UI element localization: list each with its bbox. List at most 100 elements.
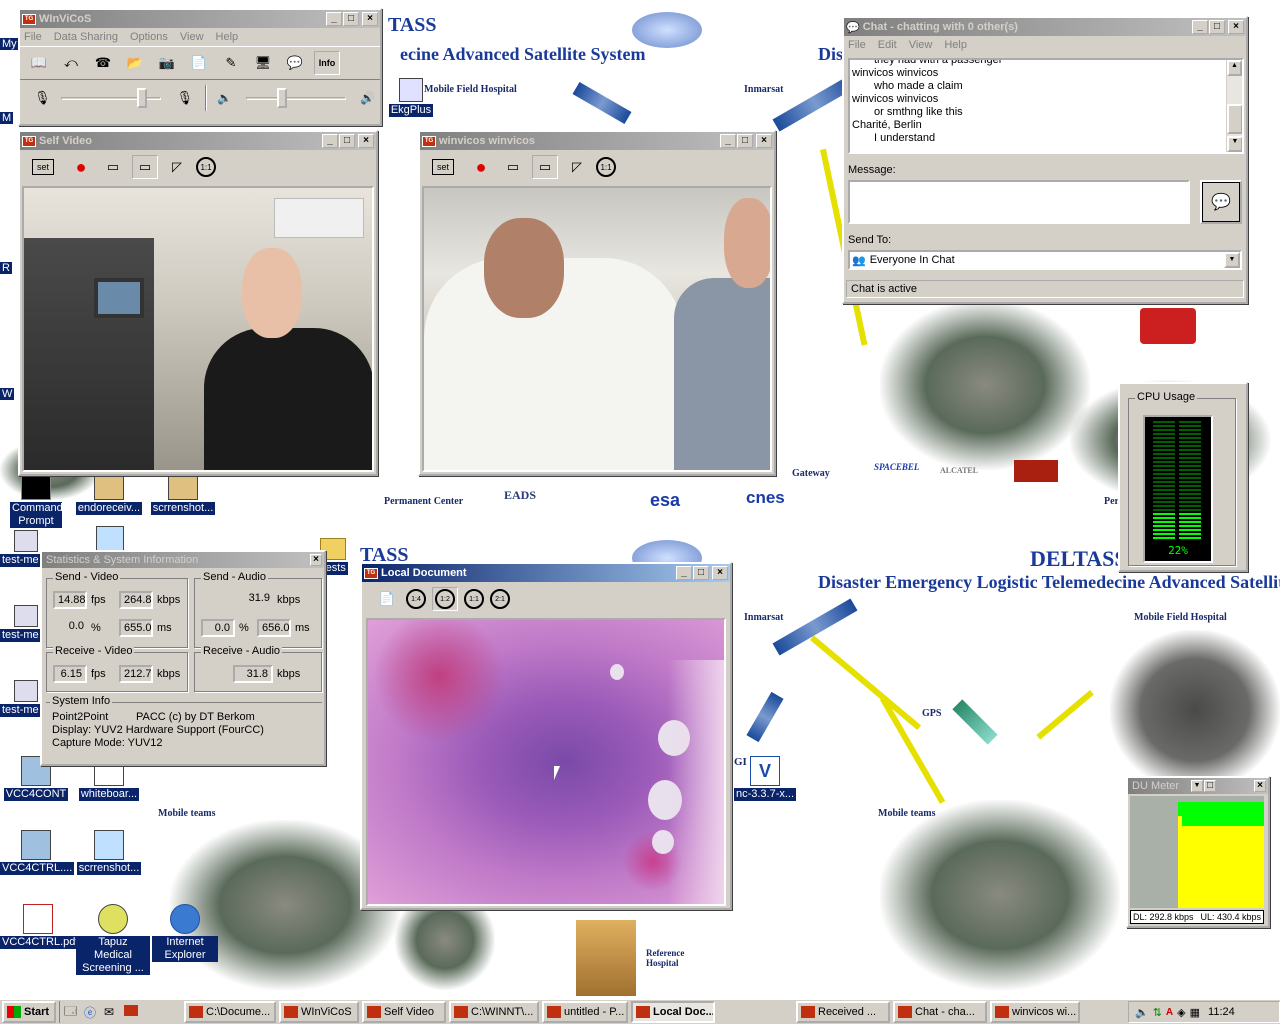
icon-label-m[interactable]: M [0,112,14,124]
desktop-icon-test-me-2[interactable]: test-me [0,605,44,642]
disconnect-icon[interactable]: ⤺ [58,51,84,75]
remote-video-titlebar[interactable]: TG winvicos winvicos _ □ × [420,132,774,150]
scroll-thumb[interactable] [1227,104,1242,134]
chat-log-scrollbar[interactable]: ▲ ▼ [1226,60,1242,152]
task-documents[interactable]: C:\Docume... [184,1001,276,1023]
menu-help[interactable]: Help [216,31,239,43]
acrobat-tray-icon[interactable]: A [1166,1007,1173,1018]
folder-open-icon[interactable]: 📂 [122,51,148,75]
desktop-icon-vcc4ctrl-pdf[interactable]: VCC4CTRL.pdf [0,904,81,949]
winvicos-window[interactable]: TG WInViCoS _ □ × File Data Sharing Opti… [18,8,382,126]
maximize-button[interactable]: □ [1209,20,1225,34]
menu-file[interactable]: File [848,39,866,51]
zoom-1-1-icon[interactable]: 1:1 [196,157,216,177]
menu-view[interactable]: View [909,39,933,51]
show-desktop-icon[interactable]: 🗔 [64,1002,84,1023]
icon-label-my[interactable]: My [0,38,19,50]
desktop-icon-tapuz[interactable]: Tapuz Medical Screening ... [76,904,150,975]
task-received[interactable]: Received ... [796,1001,890,1023]
window-size-medium-icon[interactable]: ▭ [132,155,158,179]
window-size-small-icon[interactable]: ▭ [100,155,126,179]
document-open-icon[interactable]: 📄 [374,587,400,611]
scroll-down-arrow[interactable]: ▼ [1227,136,1242,152]
record-icon[interactable]: ● [68,155,94,179]
zoom-1-4-icon[interactable]: 1:4 [406,589,426,609]
close-button[interactable]: × [358,134,374,148]
menu-data-sharing[interactable]: Data Sharing [54,31,118,43]
close-button[interactable]: × [1228,20,1244,34]
record-icon[interactable]: ● [468,155,494,179]
icon-label-r[interactable]: R [0,262,12,274]
histology-image[interactable] [366,618,726,906]
self-video-titlebar[interactable]: TG Self Video _ □ × [20,132,376,150]
message-input[interactable] [848,180,1190,224]
zoom-2-1-icon[interactable]: 2:1 [490,589,510,609]
desktop-icon-vcc4ctrl[interactable]: VCC4CTRL.... [0,830,75,875]
microphone-boost-icon[interactable]: 🎙 [177,90,194,106]
statistics-window[interactable]: Statistics & System Information × Send -… [40,550,326,766]
menu-options[interactable]: Options [130,31,168,43]
menu-help[interactable]: Help [944,39,967,51]
desktop-icon-endoreceiv[interactable]: endoreceiv... [72,470,146,515]
volume-tray-icon[interactable]: 🔈 [1135,1006,1149,1019]
send-message-button[interactable]: 💬 [1200,180,1242,224]
winvicos-titlebar[interactable]: TG WInViCoS _ □ × [20,10,380,28]
minimize-button[interactable]: _ [676,566,692,580]
close-button[interactable]: × [712,566,728,580]
desktop-icon-scrrenshot[interactable]: scrrenshot... [146,470,220,515]
outlook-icon[interactable]: ✉ [104,1005,124,1019]
icon-label-w[interactable]: W [0,388,15,400]
menu-file[interactable]: File [24,31,42,43]
local-document-titlebar[interactable]: TG Local Document _ □ × [362,564,730,582]
application-share-icon[interactable]: 🖥 [250,51,276,75]
window-size-small-icon[interactable]: ▭ [500,155,526,179]
task-self-video[interactable]: Self Video [362,1001,446,1023]
chevron-down-icon[interactable]: ▼ [1224,252,1240,268]
chat-icon[interactable]: 💬 [282,51,308,75]
desktop-icon-ekgplus[interactable]: EkgPlus [386,78,436,117]
close-button[interactable]: × [1254,780,1266,792]
slider-thumb[interactable] [137,88,148,108]
cpu-usage-window[interactable]: CPU Usage 22% [1118,382,1248,572]
address-book-icon[interactable]: 📖 [26,51,52,75]
slider-thumb[interactable] [277,88,288,108]
desktop-icon-internet-explorer[interactable]: Internet Explorer [152,904,218,962]
window-size-medium-icon[interactable]: ▭ [532,155,558,179]
self-video-window[interactable]: TG Self Video _ □ × set ● ▭ ▭ ◸ 1:1 [18,130,378,476]
document-share-icon[interactable]: 📄 [186,51,212,75]
start-button[interactable]: Start [2,1001,56,1023]
desktop-icon-command-prompt[interactable]: Command Prompt [0,470,72,528]
clock[interactable]: 11:24 [1208,1006,1235,1018]
connection-tray-icon[interactable]: ◈ [1177,1006,1185,1019]
volume-slider[interactable] [245,88,346,108]
task-paint[interactable]: untitled - P... [542,1001,628,1023]
set-button[interactable]: set [32,159,54,175]
window-size-large-icon[interactable]: ◸ [164,155,190,179]
remote-video-window[interactable]: TG winvicos winvicos _ □ × set ● ▭ ▭ ◸ 1… [418,130,776,476]
desktop-icon-test-me-3[interactable]: test-me [0,680,44,717]
snapshot-camera-icon[interactable]: 📷 [154,51,180,75]
maximize-button[interactable]: □ [343,12,359,26]
hangup-icon[interactable]: ☎ [90,51,116,75]
zoom-1-1-icon[interactable]: 1:1 [464,589,484,609]
close-button[interactable]: × [310,554,322,566]
scroll-up-arrow[interactable]: ▲ [1227,60,1242,76]
minimize-button[interactable]: _ [1192,20,1208,34]
maximize-button[interactable]: □ [339,134,355,148]
statistics-titlebar[interactable]: Statistics & System Information × [42,552,324,568]
local-document-window[interactable]: TG Local Document _ □ × 📄 1:4 1:2 1:1 2:… [360,562,732,910]
menu-edit[interactable]: Edit [878,39,897,51]
close-button[interactable]: × [756,134,772,148]
task-winnt[interactable]: C:\WINNT\... [449,1001,539,1023]
network-tray-icon[interactable]: ⇅ [1153,1006,1162,1019]
minimize-button[interactable]: _ [322,134,338,148]
menu-view[interactable]: View [180,31,204,43]
chat-log[interactable]: they had with a passenger winvicos winvic… [848,58,1244,154]
task-local-doc[interactable]: Local Doc... [631,1001,715,1023]
whiteboard-icon[interactable]: ✎ [218,51,244,75]
zoom-1-2-icon[interactable]: 1:2 [432,587,458,611]
microphone-slider[interactable] [60,88,161,108]
maximize-button[interactable]: □ [693,566,709,580]
chat-window[interactable]: 💬 Chat - chatting with 0 other(s) _ □ × … [842,16,1248,304]
send-to-dropdown[interactable]: 👥 Everyone In Chat ▼ [848,250,1242,270]
